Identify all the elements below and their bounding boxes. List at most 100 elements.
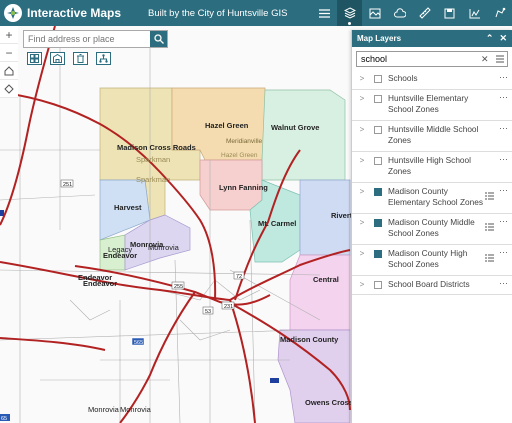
layers-icon: [343, 7, 356, 19]
layer-item[interactable]: > Huntsville High School Zones ⋯: [352, 152, 512, 183]
clear-filter-icon[interactable]: ✕: [481, 54, 493, 65]
svg-text:Madison County: Madison County: [280, 335, 339, 344]
app-root: Hazel Green Meridianville Walnut Grove M…: [0, 0, 512, 423]
layer-label: Huntsville High School Zones: [388, 154, 472, 177]
weather-button[interactable]: [387, 0, 412, 26]
search-button[interactable]: [150, 31, 167, 47]
zoom-in-button[interactable]: +: [0, 26, 18, 44]
layer-list: > Schools ⋯ > Huntsville Elementary School Z…: [352, 70, 512, 295]
print-icon: [444, 8, 455, 18]
layer-visibility-checkbox[interactable]: [374, 94, 382, 103]
layer-filter: ✕: [356, 51, 508, 67]
svg-text:53: 53: [205, 309, 211, 315]
chart-icon: [469, 8, 480, 18]
svg-text:565: 565: [134, 340, 143, 346]
layer-label: School Board Districts: [388, 278, 470, 289]
airport-marker: [270, 378, 279, 383]
measure-button[interactable]: [412, 0, 437, 26]
building-tool-button[interactable]: [50, 52, 65, 65]
svg-text:Meridianville: Meridianville: [226, 138, 263, 145]
layer-item[interactable]: > Schools ⋯: [352, 70, 512, 90]
expand-chevron-icon[interactable]: >: [356, 280, 368, 289]
expand-chevron-icon[interactable]: >: [356, 249, 368, 258]
quick-tools: [27, 52, 111, 65]
zoom-out-button[interactable]: −: [0, 44, 18, 62]
home-icon: [4, 65, 14, 75]
layer-item[interactable]: > Madison County Elementary School Zones ⋯: [352, 183, 512, 214]
svg-text:Sparkman: Sparkman: [136, 155, 170, 164]
expand-chevron-icon[interactable]: >: [356, 187, 368, 196]
expand-chevron-icon[interactable]: >: [356, 156, 368, 165]
layer-label: Madison County High School Zones: [388, 247, 468, 270]
legend-icon[interactable]: [485, 187, 495, 205]
trash-tool-button[interactable]: [73, 52, 88, 65]
layer-visibility-checkbox[interactable]: [374, 187, 382, 196]
layer-filter-input[interactable]: [357, 54, 481, 64]
more-options-icon[interactable]: ⋯: [499, 123, 508, 134]
expand-chevron-icon[interactable]: >: [356, 218, 368, 227]
more-options-icon[interactable]: ⋯: [499, 92, 508, 103]
more-options-icon[interactable]: ⋯: [499, 247, 508, 258]
layer-item[interactable]: > Madison County High School Zones ⋯: [352, 245, 512, 276]
layer-item[interactable]: > School Board Districts ⋯: [352, 276, 512, 295]
search-icon: [153, 34, 164, 44]
svg-text:Endeavor: Endeavor: [103, 251, 137, 260]
layer-visibility-checkbox[interactable]: [374, 75, 382, 83]
chart-button[interactable]: [462, 0, 487, 26]
plus-icon: +: [5, 27, 13, 42]
legend-icon[interactable]: [485, 249, 495, 267]
expand-chevron-icon[interactable]: >: [356, 74, 368, 83]
more-options-icon[interactable]: ⋯: [499, 278, 508, 289]
svg-text:Sparkman: Sparkman: [136, 175, 170, 184]
layer-label: Schools: [388, 73, 418, 83]
svg-text:Madison Cross Roads: Madison Cross Roads: [117, 143, 196, 152]
svg-text:Monrovia: Monrovia: [120, 405, 152, 414]
svg-text:Walnut Grove: Walnut Grove: [271, 123, 319, 132]
layer-visibility-checkbox[interactable]: [374, 156, 382, 165]
svg-text:Hazel Green: Hazel Green: [221, 152, 258, 159]
layer-visibility-checkbox[interactable]: [374, 125, 382, 134]
layer-visibility-checkbox[interactable]: [374, 280, 382, 289]
svg-text:251: 251: [63, 182, 72, 188]
more-options-icon[interactable]: ⋯: [499, 154, 508, 165]
more-options-icon[interactable]: ⋯: [499, 216, 508, 227]
layers-button[interactable]: [337, 0, 362, 26]
print-button[interactable]: [437, 0, 462, 26]
grid-tool-button[interactable]: [27, 52, 42, 65]
collapse-panel-icon[interactable]: ⌃: [486, 33, 494, 44]
more-options-icon[interactable]: ⋯: [499, 185, 508, 196]
svg-text:72: 72: [236, 274, 242, 280]
home-button[interactable]: [0, 62, 18, 80]
network-tool-button[interactable]: [96, 52, 111, 65]
share-button[interactable]: [487, 0, 512, 26]
list-icon: [319, 8, 330, 18]
svg-text:Mt. Carmel: Mt. Carmel: [258, 219, 296, 228]
map-controls: + −: [0, 26, 18, 98]
network-icon: [99, 54, 108, 63]
list-button[interactable]: [312, 0, 337, 26]
layer-item[interactable]: > Madison County Middle School Zones ⋯: [352, 214, 512, 245]
svg-text:Endeavor: Endeavor: [83, 279, 117, 288]
layer-item[interactable]: > Huntsville Middle School Zones ⋯: [352, 121, 512, 152]
layer-visibility-checkbox[interactable]: [374, 249, 382, 258]
locate-button[interactable]: [0, 80, 18, 98]
expand-chevron-icon[interactable]: >: [356, 125, 368, 134]
zone-walnut-grove: [261, 89, 346, 181]
layer-visibility-checkbox[interactable]: [374, 218, 382, 227]
address-search: [23, 30, 168, 48]
basemap-button[interactable]: [362, 0, 387, 26]
more-options-icon[interactable]: ⋯: [499, 72, 508, 83]
app-title: Interactive Maps: [27, 6, 122, 20]
svg-text:255: 255: [174, 284, 183, 290]
search-input[interactable]: [24, 31, 150, 47]
filter-menu-button[interactable]: [493, 55, 507, 63]
header-toolbar: [312, 0, 512, 26]
svg-text:Monrovia: Monrovia: [148, 243, 180, 252]
close-panel-icon[interactable]: ✕: [499, 33, 507, 44]
cloud-icon: [393, 8, 406, 18]
layer-label: Madison County Middle School Zones: [388, 216, 475, 239]
expand-chevron-icon[interactable]: >: [356, 94, 368, 103]
layer-item[interactable]: > Huntsville Elementary School Zones ⋯: [352, 90, 512, 121]
legend-icon[interactable]: [485, 218, 495, 236]
layer-label: Huntsville Elementary School Zones: [388, 92, 469, 115]
